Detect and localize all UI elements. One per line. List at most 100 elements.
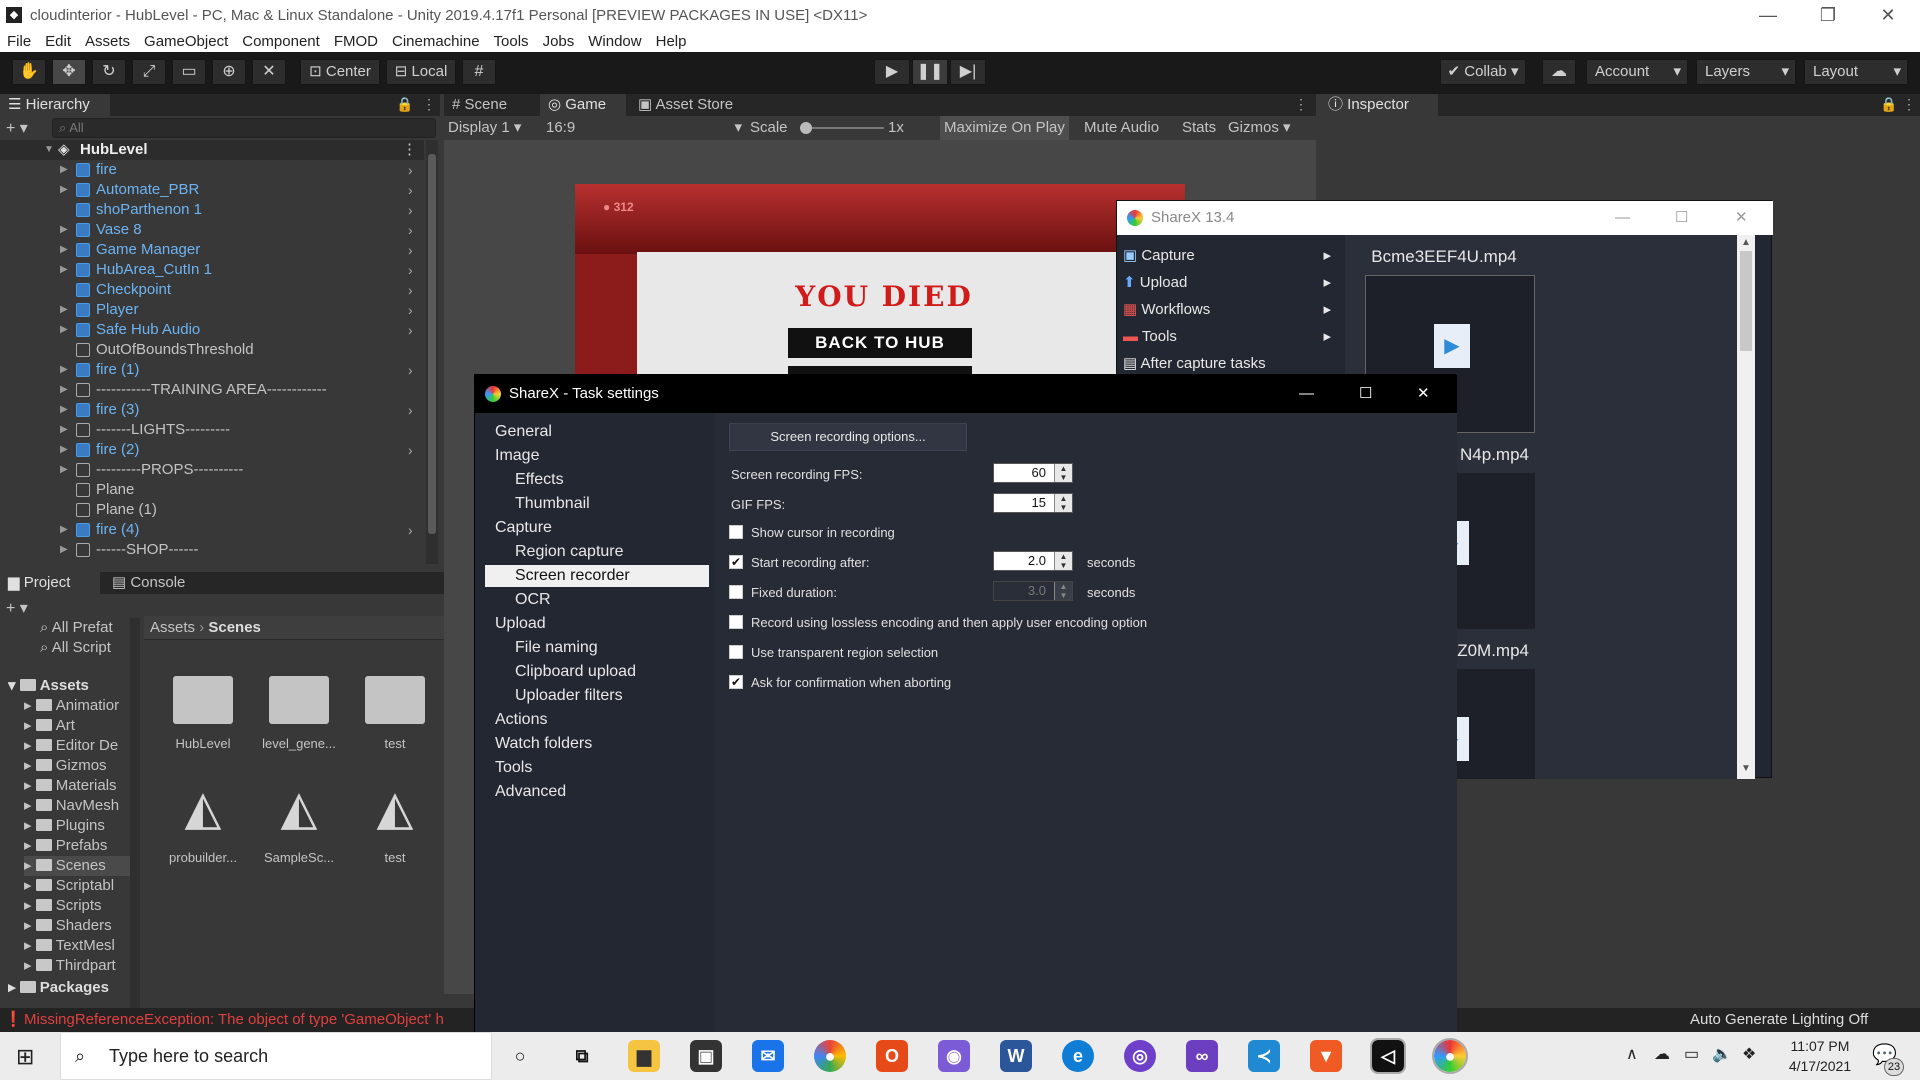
- collapsed-arrow-icon[interactable]: ▶: [60, 160, 68, 180]
- show-cursor-checkbox[interactable]: [729, 525, 743, 539]
- tree-folder[interactable]: ▸ Art: [24, 716, 130, 736]
- menu-tools[interactable]: Tools: [494, 33, 529, 50]
- maximize-on-play-toggle[interactable]: Maximize On Play: [940, 116, 1069, 140]
- hierarchy-item[interactable]: ▶ Automate_PBR ›: [0, 180, 424, 200]
- collapsed-arrow-icon[interactable]: ▶: [60, 460, 68, 480]
- transform-tool-icon[interactable]: ⊕: [212, 59, 246, 85]
- display-dropdown[interactable]: Display 1 ▾: [448, 116, 542, 140]
- office-icon[interactable]: O: [876, 1040, 908, 1072]
- tree-folder[interactable]: ▸ TextMesl: [24, 936, 130, 956]
- sharex-taskbar-icon[interactable]: ●: [1432, 1038, 1468, 1074]
- collapsed-arrow-icon[interactable]: ▸: [24, 837, 36, 854]
- asset-folder-test[interactable]: test: [350, 676, 440, 751]
- mute-audio-toggle[interactable]: Mute Audio: [1084, 116, 1159, 140]
- transparent-checkbox[interactable]: [729, 645, 743, 659]
- windows-start-icon[interactable]: ⊞: [16, 1044, 34, 1070]
- breadcrumb-assets[interactable]: Assets: [150, 619, 195, 636]
- scroll-down-icon[interactable]: ▼: [1741, 763, 1751, 774]
- scene-row[interactable]: ▼ ◈ HubLevel ⋮: [0, 140, 424, 160]
- prefab-open-icon[interactable]: ›: [408, 440, 413, 460]
- collapsed-arrow-icon[interactable]: ▶: [60, 240, 68, 260]
- settings-nav-item[interactable]: Screen recorder: [485, 565, 709, 587]
- collapsed-arrow-icon[interactable]: ▶: [60, 420, 68, 440]
- gif-fps-input[interactable]: 15 ▲ ▼: [993, 493, 1073, 513]
- menu-help[interactable]: Help: [656, 33, 687, 50]
- sharex-menu-after-capture[interactable]: ▤ After capture tasks: [1123, 353, 1337, 375]
- brave-icon[interactable]: ▼: [1310, 1040, 1342, 1072]
- onedrive-icon[interactable]: ☁: [1654, 1044, 1670, 1064]
- mail-icon[interactable]: ✉: [752, 1040, 784, 1072]
- back-to-hub-button[interactable]: BACK TO HUB: [788, 328, 972, 358]
- hierarchy-item[interactable]: ▶ fire (2) ›: [0, 440, 424, 460]
- prefab-open-icon[interactable]: ›: [408, 200, 413, 220]
- settings-nav-item[interactable]: Upload: [485, 613, 709, 635]
- store-icon[interactable]: ▣: [690, 1040, 722, 1072]
- tree-assets-root[interactable]: ▾ Assets: [8, 676, 138, 696]
- close-icon[interactable]: ✕: [1735, 201, 1748, 235]
- settings-nav-item[interactable]: Clipboard upload: [485, 661, 709, 683]
- tree-folder[interactable]: ▸ Scriptabl: [24, 876, 130, 896]
- settings-nav-item[interactable]: Region capture: [485, 541, 709, 563]
- scroll-up-icon[interactable]: ▲: [1741, 237, 1751, 248]
- stats-toggle[interactable]: Stats: [1182, 116, 1216, 140]
- hierarchy-item[interactable]: ▶ fire (3) ›: [0, 400, 424, 420]
- sharex-menu-upload[interactable]: ⬆ Upload ▸: [1123, 272, 1337, 294]
- hierarchy-item[interactable]: OutOfBoundsThreshold: [0, 340, 424, 360]
- tree-folder[interactable]: ▸ Shaders: [24, 916, 130, 936]
- prefab-open-icon[interactable]: ›: [408, 300, 413, 320]
- scrollbar-thumb[interactable]: [428, 154, 436, 534]
- settings-nav-item[interactable]: File naming: [485, 637, 709, 659]
- custom-tool-icon[interactable]: ✕: [252, 59, 286, 85]
- chrome-icon[interactable]: ●: [814, 1040, 846, 1072]
- dropbox-icon[interactable]: ❖: [1742, 1044, 1756, 1064]
- collapsed-arrow-icon[interactable]: ▶: [60, 220, 68, 240]
- cortana-icon[interactable]: ○: [504, 1040, 536, 1072]
- collapsed-arrow-icon[interactable]: ▸: [24, 777, 36, 794]
- prefab-open-icon[interactable]: ›: [408, 220, 413, 240]
- rect-tool-icon[interactable]: ▭: [172, 59, 206, 85]
- asset-scene-test[interactable]: ◭ test: [350, 778, 440, 865]
- hierarchy-item[interactable]: ▶ fire (1) ›: [0, 360, 424, 380]
- prefab-open-icon[interactable]: ›: [408, 180, 413, 200]
- tree-folder[interactable]: ▸ Scripts: [24, 896, 130, 916]
- vscode-icon[interactable]: ≺: [1248, 1040, 1280, 1072]
- collapsed-arrow-icon[interactable]: ▸: [24, 797, 36, 814]
- settings-nav-item[interactable]: Image: [485, 445, 709, 467]
- hierarchy-search-input[interactable]: ⌕ All: [52, 118, 436, 138]
- collapsed-arrow-icon[interactable]: ▸: [24, 897, 36, 914]
- collab-button[interactable]: ✔ Collab ▾: [1440, 59, 1526, 85]
- prefab-open-icon[interactable]: ›: [408, 160, 413, 180]
- minimize-icon[interactable]: —: [1615, 201, 1630, 235]
- tree-folder[interactable]: ▸ Prefabs: [24, 836, 130, 856]
- favorite-all-scripts[interactable]: ⌕ All Script: [40, 638, 140, 658]
- settings-nav-item[interactable]: Tools: [485, 757, 709, 779]
- settings-nav-item[interactable]: Thumbnail: [485, 493, 709, 515]
- unity-taskbar-icon[interactable]: ◁: [1370, 1038, 1406, 1074]
- collapsed-arrow-icon[interactable]: ▸: [24, 817, 36, 834]
- hierarchy-scrollbar[interactable]: [426, 140, 438, 564]
- spinner-arrows-icon[interactable]: ▲ ▼: [1054, 494, 1072, 512]
- hierarchy-item[interactable]: Plane: [0, 480, 424, 500]
- settings-nav-item[interactable]: Actions: [485, 709, 709, 731]
- prefab-open-icon[interactable]: ›: [408, 240, 413, 260]
- step-icon[interactable]: ▶|: [950, 59, 986, 85]
- maximize-icon[interactable]: ☐: [1359, 375, 1372, 413]
- more-icon[interactable]: ⋮: [1902, 96, 1916, 113]
- move-tool-icon[interactable]: ✥: [52, 59, 86, 85]
- restore-icon[interactable]: ❐: [1798, 0, 1858, 30]
- account-dropdown[interactable]: Account ▾: [1586, 59, 1688, 85]
- pivot-center-button[interactable]: ⊡ Center: [300, 59, 380, 85]
- scene-menu-icon[interactable]: ⋮: [402, 140, 417, 160]
- collapsed-arrow-icon[interactable]: ▸: [24, 917, 36, 934]
- tree-packages-root[interactable]: ▸ Packages: [8, 978, 138, 998]
- tree-folder[interactable]: ▸ Scenes: [24, 856, 130, 876]
- tab-inspector[interactable]: ⓘ Inspector: [1320, 94, 1438, 116]
- hierarchy-item[interactable]: Checkpoint ›: [0, 280, 424, 300]
- tab-asset-store[interactable]: ▣ Asset Store: [630, 94, 750, 116]
- visual-studio-icon[interactable]: ∞: [1186, 1040, 1218, 1072]
- screen-recording-options-button[interactable]: Screen recording options...: [729, 423, 967, 451]
- lossless-checkbox[interactable]: [729, 615, 743, 629]
- tab-hierarchy[interactable]: ☰ Hierarchy: [0, 94, 110, 116]
- menu-gameobject[interactable]: GameObject: [144, 33, 228, 50]
- lock-icon[interactable]: 🔒: [396, 96, 413, 113]
